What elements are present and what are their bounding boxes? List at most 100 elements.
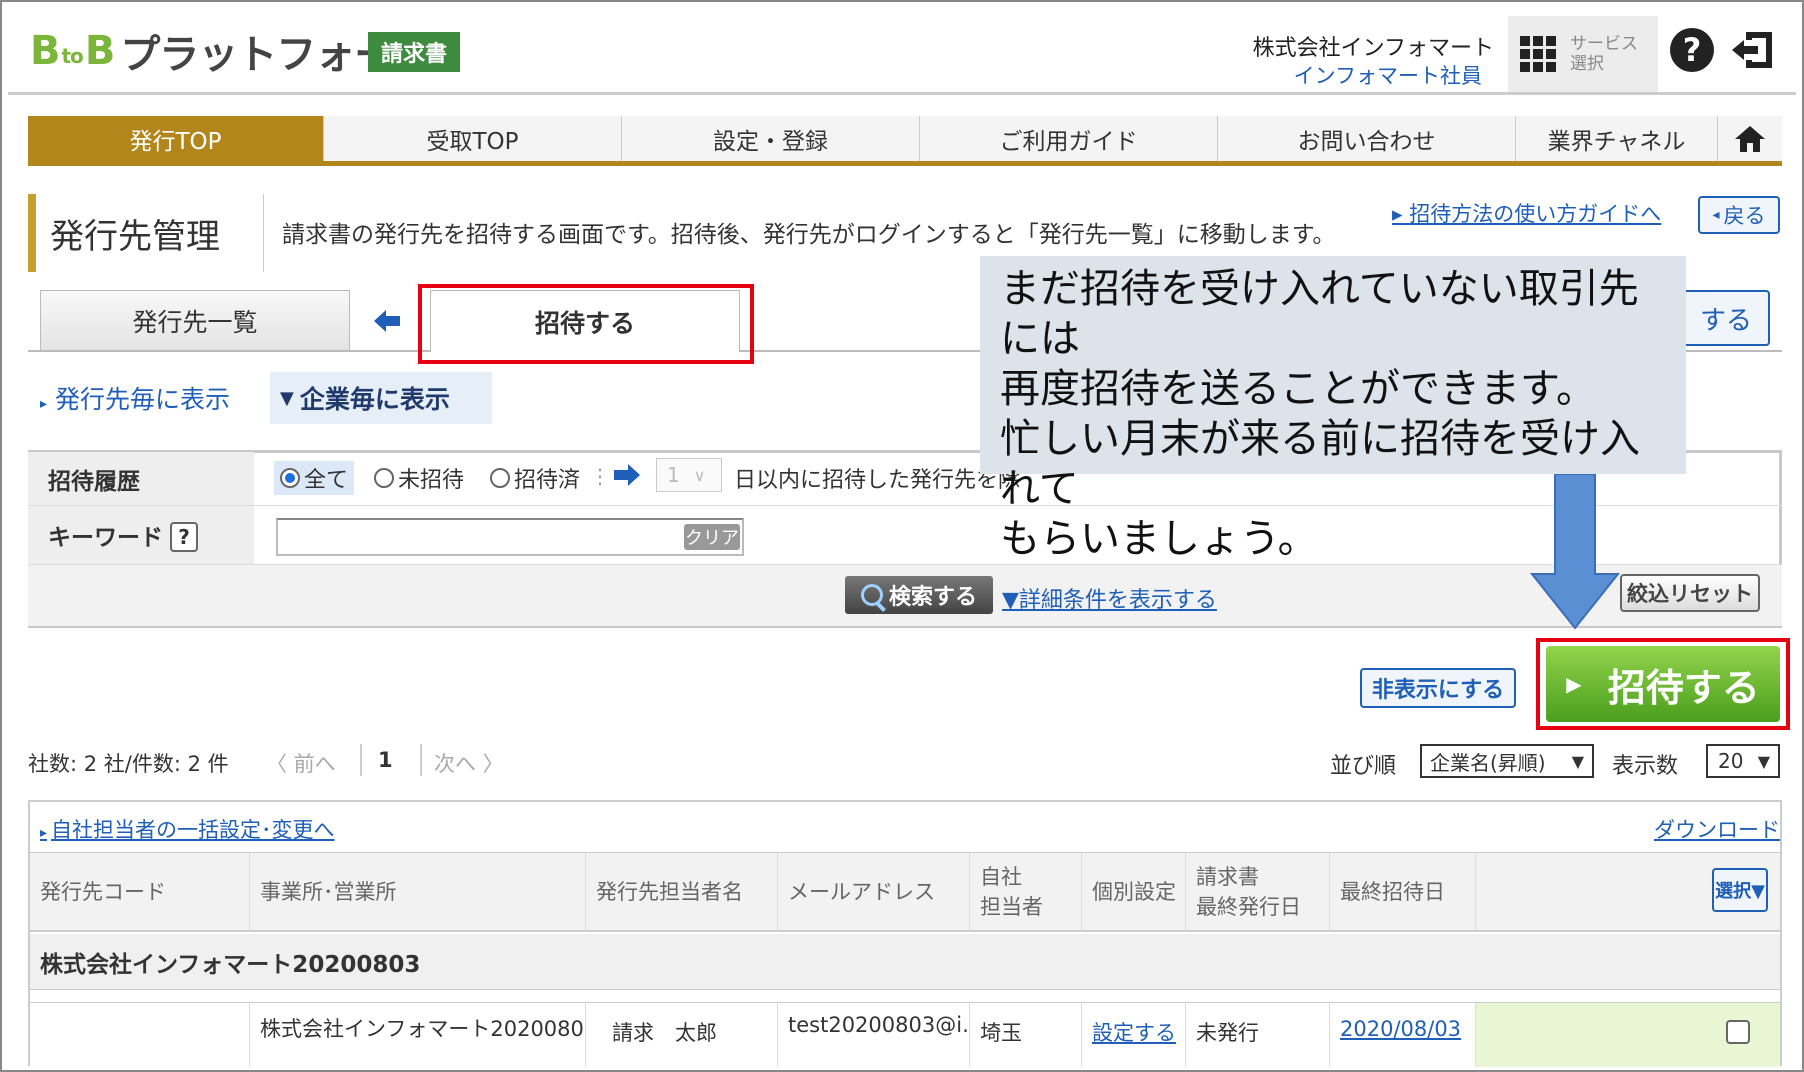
days-select[interactable]: 1 ∨ [656,458,722,492]
hide-button[interactable]: 非表示にする [1360,668,1516,708]
nav-tab-settings[interactable]: 設定・登録 [622,116,920,161]
nav-tab-industry-channel[interactable]: 業界チャネル [1516,116,1718,161]
page-size-select[interactable]: 20 ▼ [1706,744,1780,778]
bulk-owner-label: 自社担当者の一括設定･変更へ [51,818,335,842]
cell-last-issue: 未発行 [1186,1003,1330,1067]
view-by-company-label: 企業毎に表示 [299,385,450,414]
search-button[interactable]: 検索する [845,576,993,614]
sort-label: 並び順 [1330,754,1397,779]
header-divider [8,92,1796,95]
cell-code [30,1003,250,1067]
invite-guide-link[interactable]: 招待方法の使い方ガイドへ [1392,198,1661,228]
triangle-right-icon: ▸ [40,396,48,412]
cell-setting-link[interactable]: 設定する [1082,1003,1186,1067]
nav-tab-guide[interactable]: ご利用ガイド [920,116,1218,161]
cell-last-invite-link[interactable]: 2020/08/03 [1330,1003,1476,1067]
filter-reset-button[interactable]: 絞込リセット [1620,574,1760,612]
th-office: 事業所･営業所 [250,853,586,931]
cell-owner: 埼玉 [970,1003,1082,1067]
th-email: メールアドレス [778,853,970,931]
row-checkbox[interactable] [1726,1020,1750,1044]
show-detail-link[interactable]: ▼詳細条件を表示する [1002,582,1217,614]
th-last-invite: 最終招待日 [1330,853,1476,931]
view-by-issuer-link[interactable]: ▸ 発行先毎に表示 [40,380,230,416]
arrow-right-icon [614,464,640,486]
invoice-badge: 請求書 [368,32,460,72]
keyword-label: キーワード [28,506,254,564]
th-last-issue: 請求書 最終発行日 [1186,853,1330,931]
select-all-button[interactable]: 選択▼ [1712,868,1768,912]
history-label: 招待履歴 [28,452,254,505]
arrow-left-icon [374,310,400,332]
back-label: 戻る [1723,204,1766,228]
sort-value: 企業名(昇順) [1430,750,1546,775]
chevron-down-icon: ▼ [1571,751,1584,771]
page-size-label: 表示数 [1612,754,1679,779]
nav-tab-issue-top[interactable]: 発行TOP [28,116,324,161]
keyword-help-icon[interactable]: ? [170,522,198,552]
invite-button-label: 招待する [1607,665,1760,710]
nav-tab-receive-top[interactable]: 受取TOP [324,116,622,161]
page-description: 請求書の発行先を招待する画面です。招待後、発行先がログインすると「発行先一覧」に… [282,222,1336,248]
cell-contact: 請求 太郎 [586,1003,778,1067]
logout-icon[interactable] [1728,28,1778,72]
separator: ⋮ [590,464,610,488]
th-contact: 発行先担当者名 [586,853,778,931]
callout-annotation: まだ招待を受け入れていない取引先には 再度招待を送ることができます。 忙しい月末… [980,256,1686,562]
radio-all[interactable]: 全て [274,461,355,495]
company-group-row: 株式会社インフォマート20200803 [30,934,1780,990]
radio-circle [374,468,395,488]
clear-button[interactable]: クリア [684,524,740,550]
cell-email: test20200803@i… [778,1003,970,1067]
tab-issuer-list[interactable]: 発行先一覧 [40,290,350,350]
highlight-box-tab [418,284,754,364]
logo-b1: B [30,28,60,74]
th-code: 発行先コード [30,853,250,931]
back-arrow-icon: ◂ [1712,207,1720,223]
logo-b2: B [84,28,115,74]
pager-divider [420,744,422,776]
result-count: 社数: 2 社/件数: 2 件 [28,752,229,776]
view-by-company-tab[interactable]: ▼ 企業毎に表示 [270,372,492,424]
next-page-link[interactable]: 次へ 〉 [434,748,504,778]
magnifier-icon [860,584,883,606]
service-select-button[interactable]: サービス 選択 [1508,16,1658,92]
chevron-down-icon: ∨ [693,465,706,485]
pager-divider [360,744,362,776]
help-icon[interactable]: ? [1670,28,1714,72]
grid-icon [1520,36,1556,72]
callout-line-2: 再度招待を送ることができます。 [1000,366,1596,412]
nav-tab-home[interactable] [1718,116,1782,161]
table-header: 発行先コード 事業所･営業所 発行先担当者名 メールアドレス 自社 担当者 個別… [30,852,1780,932]
keyword-input[interactable] [276,518,744,556]
history-radio-group: 全て 未招待 招待済 [274,458,600,498]
invite-button[interactable]: ▶ 招待する [1546,646,1780,722]
sort-select[interactable]: 企業名(昇順) ▼ [1420,744,1594,778]
service-select-label: サービス 選択 [1570,34,1638,74]
page-size-value: 20 [1718,749,1744,773]
search-button-label: 検索する [888,585,977,610]
th-owner: 自社 担当者 [970,853,1082,931]
triangle-down-icon: ▼ [280,387,294,409]
bulk-owner-link[interactable]: ▸ 自社担当者の一括設定･変更へ [40,814,335,844]
radio-circle [490,468,511,488]
table-row[interactable]: 株式会社インフォマート20200803 請求 太郎 test20200803@i… [30,1002,1780,1067]
radio-not-label: 未招待 [398,468,465,493]
back-button[interactable]: ◂ 戻る [1698,196,1780,234]
radio-all-label: 全て [304,468,349,493]
days-value: 1 [667,463,680,487]
user-name[interactable]: インフォマート社員 [1200,60,1482,90]
radio-invited[interactable]: 招待済 [484,461,586,495]
triangle-right-icon: ▶ [1566,672,1582,696]
home-icon [1735,125,1765,152]
nav-tab-contact[interactable]: お問い合わせ [1218,116,1516,161]
download-link[interactable]: ダウンロード [1654,814,1780,844]
chevron-down-icon: ▼ [1757,751,1770,771]
prev-page-link[interactable]: 〈 前へ [266,748,336,778]
current-page[interactable]: 1 [378,748,393,772]
callout-line-1: まだ招待を受け入れていない取引先には [1000,266,1639,362]
radio-not-invited[interactable]: 未招待 [368,461,470,495]
logo-to: to [61,44,84,68]
radio-circle-checked [280,468,300,488]
triangle-right-icon: ▸ [40,825,48,841]
